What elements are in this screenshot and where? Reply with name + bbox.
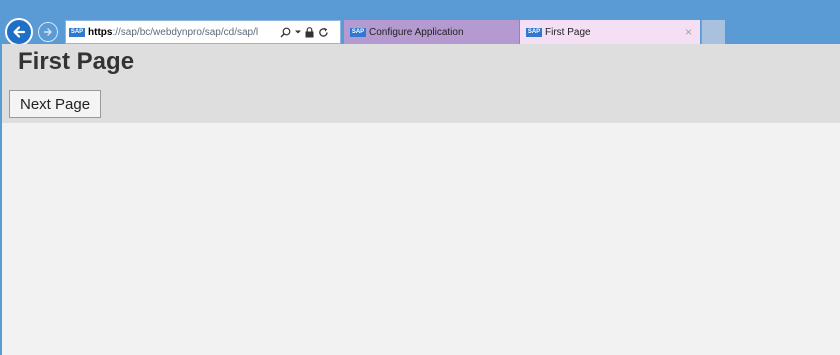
tab-label: Configure Application [369,26,464,38]
forward-button[interactable] [38,22,58,42]
address-bar[interactable]: SAP https://sap/bc/webdynpro/sap/cd/sap/… [65,20,341,44]
lock-icon[interactable] [305,26,314,38]
page-header: First Page Next Page [2,44,840,123]
url-path: ://sap/bc/webdynpro/sap/cd/sap/l [112,26,259,38]
url-text[interactable]: https://sap/bc/webdynpro/sap/cd/sap/l [88,27,276,38]
page-title: First Page [18,48,135,75]
page-content: First Page Next Page [2,44,840,355]
new-tab-button[interactable] [701,20,725,44]
sap-logo-icon: SAP [69,27,85,37]
browser-chrome: SAP https://sap/bc/webdynpro/sap/cd/sap/… [0,0,840,46]
search-icon[interactable] [280,27,291,38]
back-arrow-icon [13,26,26,38]
tab-label: First Page [545,26,591,38]
address-bar-icons [280,26,329,38]
forward-arrow-icon [43,28,52,36]
refresh-icon[interactable] [318,27,329,38]
sap-logo-icon: SAP [526,27,542,37]
dropdown-arrow-icon[interactable] [295,29,301,35]
next-page-button[interactable]: Next Page [9,90,102,118]
tab-configure-application[interactable]: SAP Configure Application [344,20,519,44]
url-protocol: https [88,26,113,38]
close-tab-icon[interactable]: × [685,25,692,39]
sap-logo-icon: SAP [350,27,366,37]
back-button[interactable] [5,18,33,46]
tab-first-page[interactable]: SAP First Page × [520,20,700,44]
